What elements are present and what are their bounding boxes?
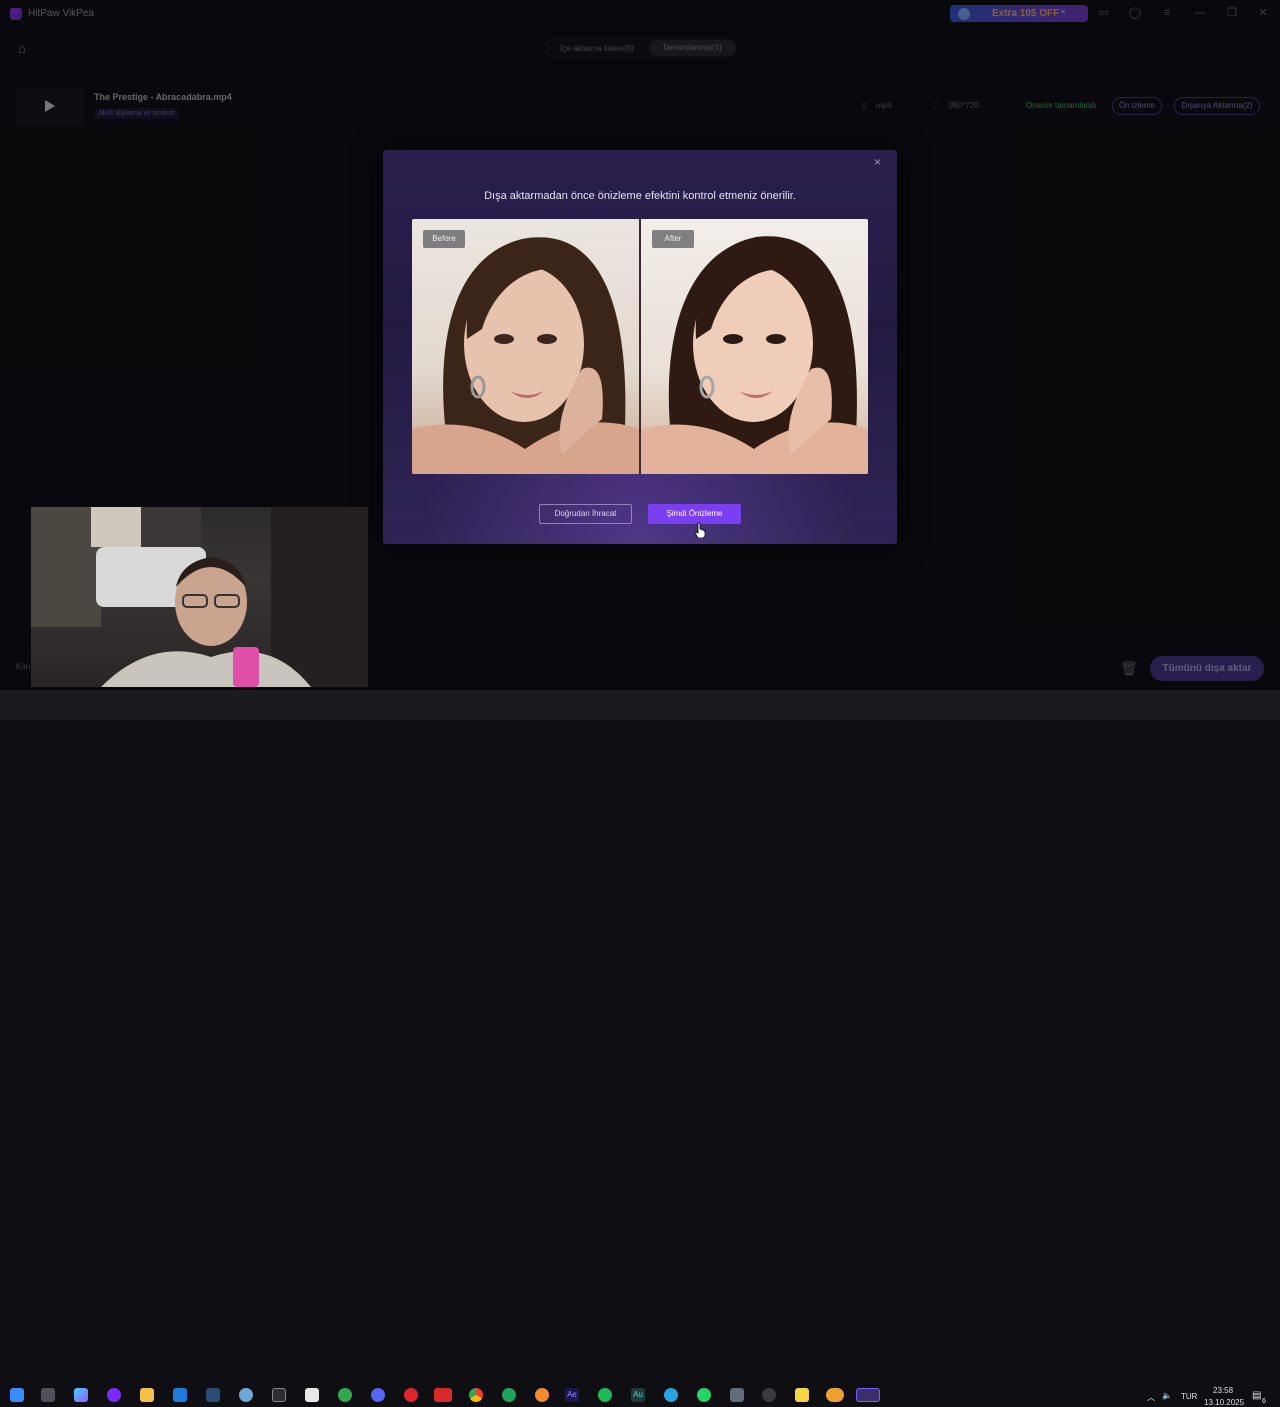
- app-circle-icon[interactable]: [107, 1388, 121, 1402]
- telegram-icon[interactable]: [664, 1388, 678, 1402]
- vikpea-taskbar-icon[interactable]: [856, 1388, 880, 1402]
- chrome-icon[interactable]: [469, 1388, 483, 1402]
- before-after-comparison: Before After: [412, 219, 868, 474]
- audition-icon[interactable]: Au: [631, 1388, 645, 1402]
- discord-icon[interactable]: [371, 1388, 385, 1402]
- voicemod-icon[interactable]: [434, 1388, 452, 1402]
- taskbar: Ae Au ︿ 🔈 TUR 23:58 13.10.2025 ▤ 6: [0, 690, 1280, 1407]
- direct-export-button[interactable]: Doğrudan İhracat: [539, 504, 632, 524]
- preview-now-button[interactable]: Şimdi Önizleme: [648, 504, 741, 524]
- tray-chevron-icon[interactable]: ︿: [1147, 1392, 1155, 1403]
- before-label: Before: [423, 230, 465, 248]
- preview-dialog: × Dışa aktarmadan önce önizleme efektini…: [383, 150, 897, 544]
- before-image: Before: [412, 219, 639, 474]
- clock-time[interactable]: 23:58: [1213, 1386, 1233, 1395]
- cloud-icon[interactable]: [826, 1388, 844, 1402]
- whatsapp-icon[interactable]: [697, 1388, 711, 1402]
- language-indicator[interactable]: TUR: [1181, 1392, 1197, 1401]
- opera-icon[interactable]: [404, 1388, 418, 1402]
- volume-icon[interactable]: 🔈: [1162, 1391, 1172, 1400]
- dialog-title: Dışa aktarmadan önce önizleme efektini k…: [484, 190, 796, 202]
- spotify-icon[interactable]: [598, 1388, 612, 1402]
- after-label: After: [652, 230, 694, 248]
- obs-icon[interactable]: [762, 1388, 776, 1402]
- copilot-icon[interactable]: [74, 1388, 88, 1402]
- sc-icon[interactable]: [272, 1388, 286, 1402]
- after-image: After: [641, 219, 868, 474]
- photos-icon[interactable]: [535, 1388, 549, 1402]
- webcam-overlay: [31, 507, 368, 687]
- start-icon[interactable]: [10, 1388, 24, 1402]
- steam-icon[interactable]: [206, 1388, 220, 1402]
- green-app-icon[interactable]: [502, 1388, 516, 1402]
- clock-date[interactable]: 13.10.2025: [1204, 1398, 1244, 1407]
- notification-count: 6: [1262, 1398, 1266, 1405]
- xbox-icon[interactable]: [338, 1388, 352, 1402]
- outlook-icon[interactable]: [173, 1388, 187, 1402]
- calculator-icon[interactable]: [730, 1388, 744, 1402]
- sticky-notes-icon[interactable]: [795, 1388, 809, 1402]
- hand-cursor-icon: [694, 522, 706, 538]
- file-explorer-icon[interactable]: [140, 1388, 154, 1402]
- fingerprint-icon[interactable]: [239, 1388, 253, 1402]
- dialog-close-icon[interactable]: ×: [874, 155, 881, 169]
- task-view-icon[interactable]: [41, 1388, 55, 1402]
- store-icon[interactable]: [305, 1388, 319, 1402]
- after-effects-icon[interactable]: Ae: [565, 1388, 579, 1402]
- notification-icon[interactable]: ▤: [1252, 1390, 1261, 1401]
